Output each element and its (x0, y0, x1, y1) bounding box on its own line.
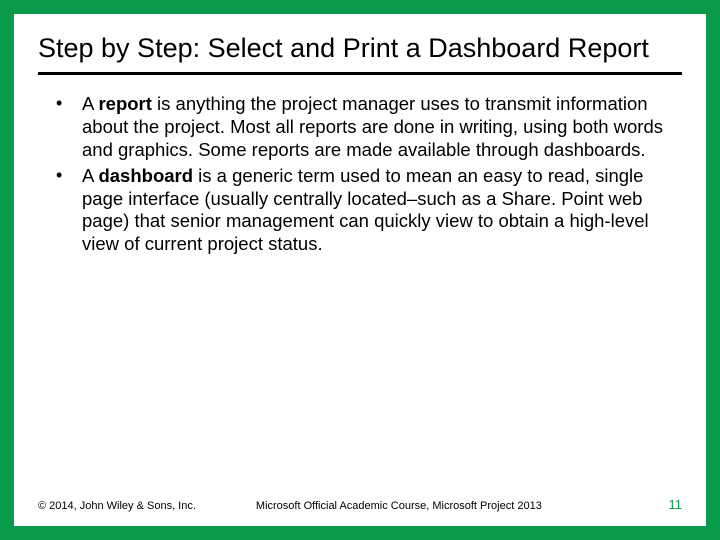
slide-body: A report is anything the project manager… (38, 93, 682, 255)
bullet-rest: is anything the project manager uses to … (82, 93, 663, 159)
bullet-list: A report is anything the project manager… (38, 93, 682, 255)
footer-copyright: © 2014, John Wiley & Sons, Inc. (38, 500, 196, 512)
bullet-prefix: A (82, 165, 98, 186)
list-item: A dashboard is a generic term used to me… (38, 165, 682, 255)
footer-page-number: 11 (669, 497, 683, 512)
bullet-prefix: A (82, 93, 98, 114)
bullet-bold: dashboard (98, 165, 193, 186)
slide-title: Step by Step: Select and Print a Dashboa… (38, 32, 682, 64)
slide: Step by Step: Select and Print a Dashboa… (14, 14, 706, 526)
title-underline (38, 72, 682, 75)
bullet-bold: report (98, 93, 151, 114)
list-item: A report is anything the project manager… (38, 93, 682, 161)
footer-course: Microsoft Official Academic Course, Micr… (196, 500, 669, 512)
slide-footer: © 2014, John Wiley & Sons, Inc. Microsof… (38, 497, 682, 512)
